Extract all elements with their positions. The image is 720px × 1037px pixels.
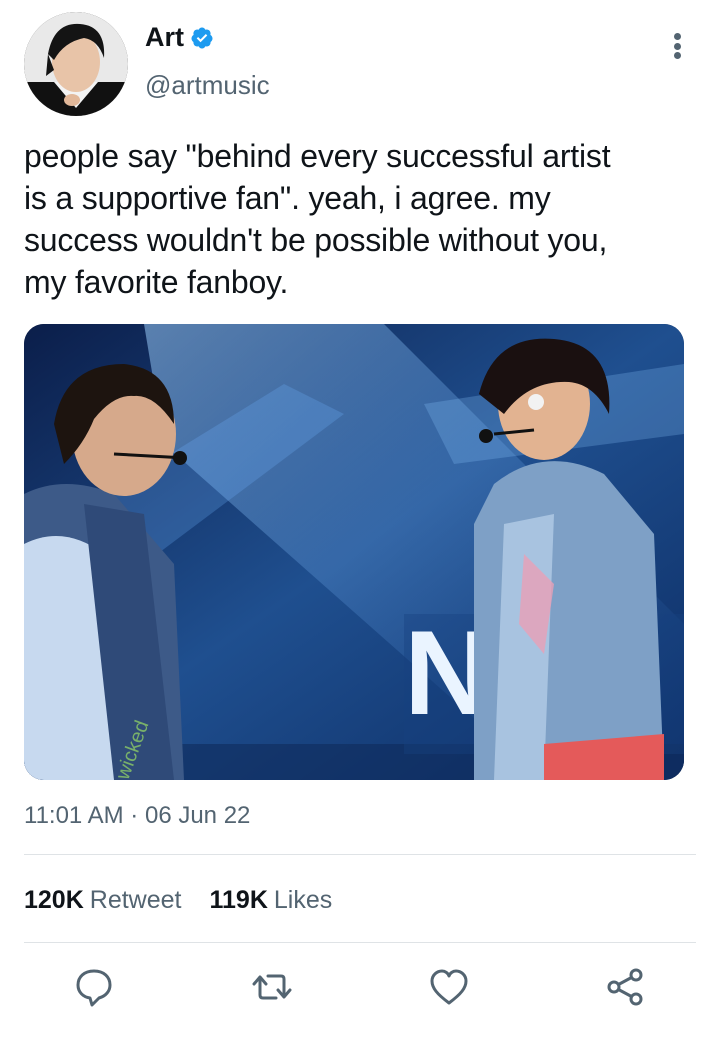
divider	[24, 942, 696, 943]
tweet-photo[interactable]: N wicked	[24, 324, 684, 780]
tweet-text-line: is a supportive fan". yeah, i agree. my	[24, 180, 551, 216]
tweet-time: 11:01 AM	[24, 802, 124, 829]
avatar[interactable]	[24, 12, 128, 116]
like-count: 119K	[209, 886, 268, 914]
user-handle[interactable]: @artmusic	[145, 70, 270, 101]
action-bar	[0, 965, 720, 1019]
reply-icon[interactable]	[72, 965, 116, 1009]
like-icon[interactable]	[427, 965, 471, 1009]
retweet-label: Retweet	[89, 886, 182, 914]
tweet-text: people say "behind every successful arti…	[24, 135, 696, 303]
retweet-icon[interactable]	[250, 965, 294, 1009]
share-icon[interactable]	[604, 965, 648, 1009]
more-options-icon[interactable]	[662, 28, 692, 64]
like-label: Likes	[273, 886, 333, 914]
tweet-date: 06 Jun 22	[144, 802, 251, 829]
retweet-stat[interactable]: 120K Retweet	[24, 886, 181, 915]
tweet-stats: 120K Retweet 119K Likes	[24, 886, 332, 915]
tweet-text-line: success wouldn't be possible without you…	[24, 222, 608, 258]
timestamp-separator: ·	[130, 802, 139, 829]
display-name[interactable]: Art	[145, 22, 184, 53]
retweet-count: 120K	[24, 886, 84, 914]
tweet-text-line: people say "behind every successful arti…	[24, 138, 611, 174]
tweet-timestamp[interactable]: 11:01 AM · 06 Jun 22	[24, 802, 250, 830]
divider	[24, 854, 696, 855]
tweet-text-line: my favorite fanboy.	[24, 264, 289, 300]
like-stat[interactable]: 119K Likes	[209, 886, 332, 915]
tweet-header: Art @artmusic	[0, 0, 720, 120]
verified-badge-icon	[190, 26, 214, 50]
